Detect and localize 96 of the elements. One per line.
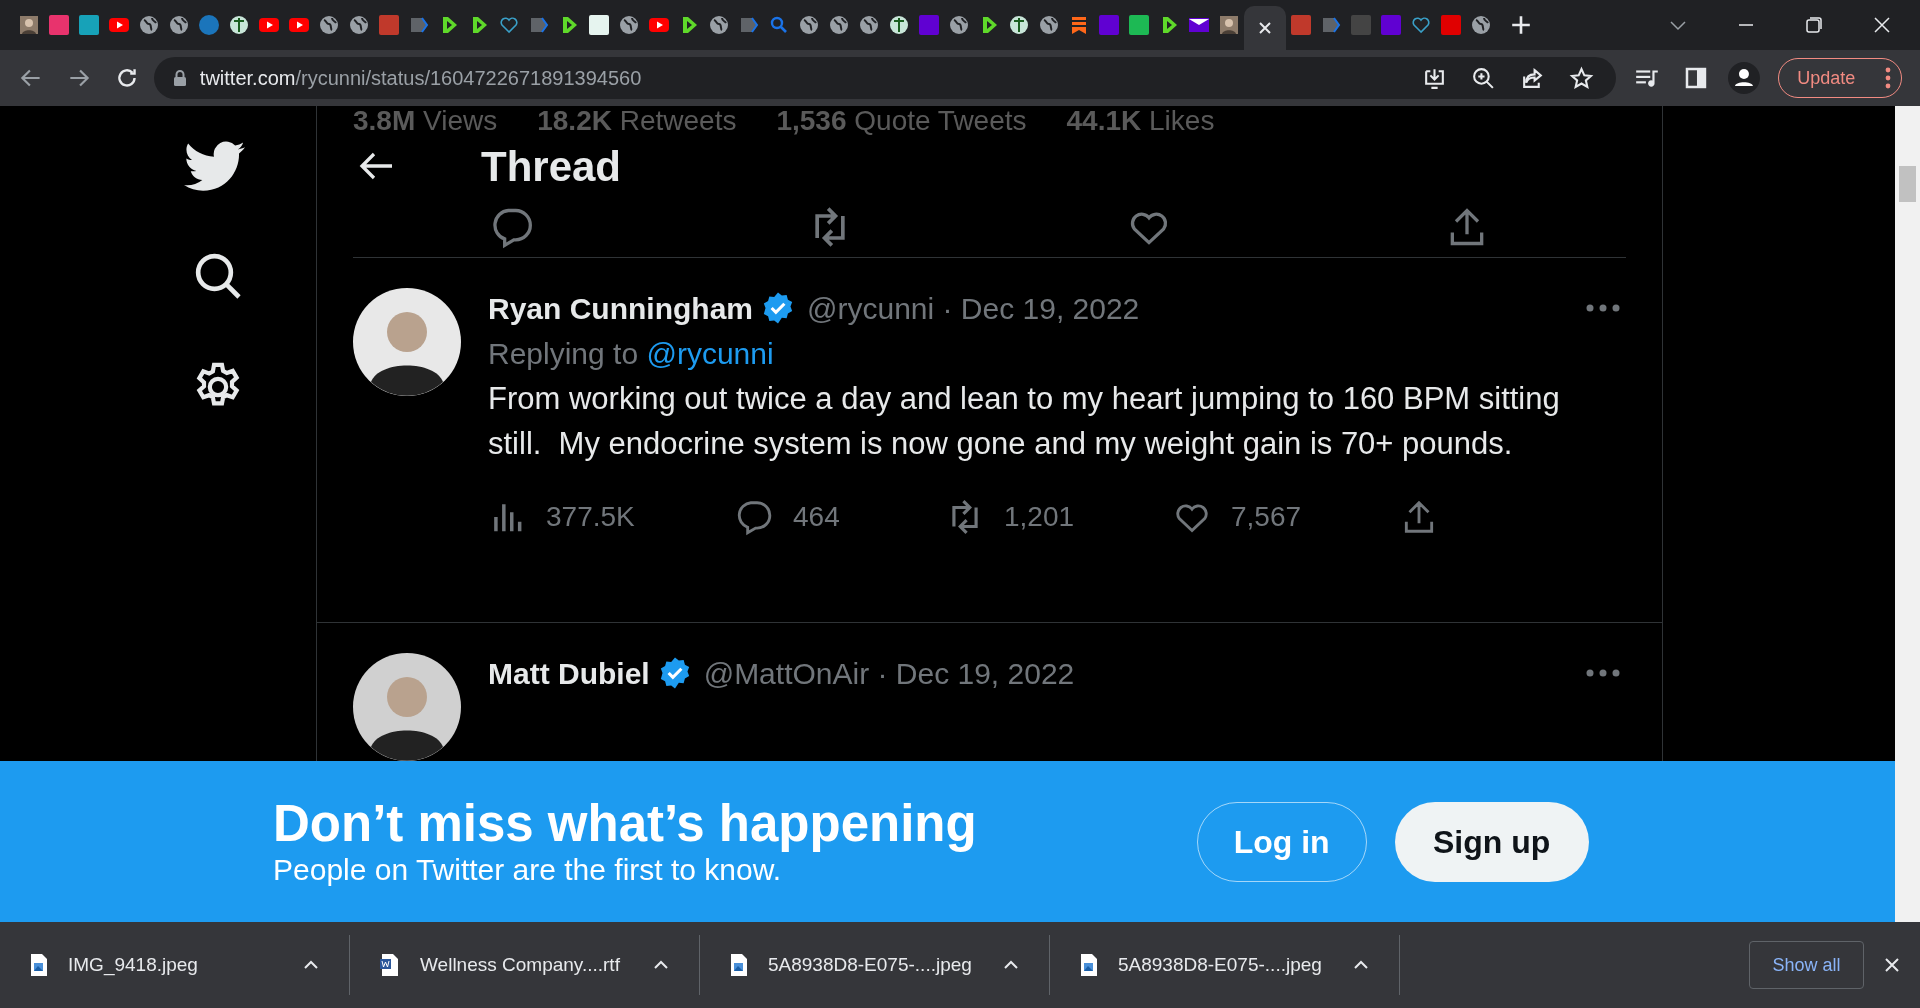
reply-count: 464	[793, 500, 840, 534]
globe-icon	[139, 15, 159, 35]
stat-text: 3.8M Views	[353, 106, 498, 136]
play-logo-icon	[109, 15, 129, 35]
arrow-tag-icon	[739, 15, 759, 35]
download-item[interactable]: 5A8938D8-E075-....jpeg	[700, 935, 1050, 995]
medical-logo-icon	[889, 15, 909, 35]
arrow-tag-icon	[529, 15, 549, 35]
logo-icon	[1351, 15, 1371, 35]
image-file-icon	[1080, 953, 1098, 977]
restore-icon[interactable]	[1804, 15, 1824, 35]
stat-text: 1,536 Quote Tweets	[776, 106, 1027, 136]
verified-badge-icon	[761, 291, 795, 325]
magnifier-icon	[769, 15, 789, 35]
page-title: Thread	[481, 141, 622, 192]
tweet-text: From working out twice a day and lean to my heart jumping to 160 BPM sitting still. My endocrine system is now gone and my weight gain is 70+ pounds.	[488, 380, 1561, 463]
logo-icon	[1129, 15, 1149, 35]
play-logo-icon	[289, 15, 309, 35]
file-name: IMG_9418.jpeg	[68, 952, 198, 978]
logo-icon	[49, 15, 69, 35]
stat-text: 18.2K Retweets	[537, 106, 737, 136]
view-count: 377.5K	[546, 500, 635, 534]
image-file-icon	[30, 953, 48, 977]
scrollbar-thumb[interactable]	[1899, 166, 1916, 202]
retweet-count: 1,201	[1004, 500, 1075, 534]
photo-placeholder	[1219, 15, 1239, 35]
globe-icon	[1471, 15, 1491, 35]
globe-icon	[1039, 15, 1059, 35]
show-all-button[interactable]: Show all	[1749, 941, 1864, 989]
logo-icon	[1441, 15, 1461, 35]
play-logo-icon	[649, 15, 669, 35]
replying-to-text: Replying to @rycunni	[488, 336, 775, 372]
bookmark-logo-icon	[1069, 15, 1089, 35]
heart-icon	[499, 15, 519, 35]
globe-icon	[859, 15, 879, 35]
avatar-silhouette[interactable]	[353, 653, 461, 761]
avatar-silhouette[interactable]	[353, 288, 461, 396]
word-file-icon	[380, 953, 400, 977]
author-name[interactable]: Matt Dubiel	[488, 650, 650, 696]
globe-icon	[829, 15, 849, 35]
file-name: 5A8938D8-E075-....jpeg	[768, 952, 972, 977]
address-bar[interactable]: twitter.com/rycunni/status/1604722671891394560	[153, 57, 1617, 99]
envelope-icon	[1189, 15, 1209, 35]
globe-icon	[709, 15, 729, 35]
download-item[interactable]: IMG_9418.jpeg	[0, 935, 350, 995]
file-name: 5A8938D8-E075-....jpeg	[1118, 952, 1322, 977]
logo-icon	[1099, 15, 1119, 35]
url-text: twitter.com/rycunni/status/1604722671891394560	[199, 66, 642, 91]
file-name: Wellness Company....rtf	[420, 952, 620, 977]
medical-logo-icon	[1009, 15, 1029, 35]
more-icon[interactable]	[1586, 669, 1620, 677]
logo-icon	[1291, 15, 1311, 35]
banner-subtitle: People on Twitter are the first to know.	[273, 852, 783, 888]
globe-icon	[169, 15, 189, 35]
mention-link[interactable]: @rycunni	[646, 337, 774, 370]
signup-button[interactable]: Sign up	[1394, 801, 1589, 882]
like-count: 7,567	[1231, 500, 1302, 534]
logo-icon	[1381, 15, 1401, 35]
side-panel-icon[interactable]	[1684, 66, 1709, 90]
author-name[interactable]: Ryan Cunningham	[488, 285, 753, 331]
photo-placeholder	[19, 15, 39, 35]
logo-icon	[919, 15, 939, 35]
profile-icon[interactable]	[1728, 62, 1761, 94]
comment-icon[interactable]	[735, 498, 773, 536]
logo-icon	[379, 15, 399, 35]
scrollbar[interactable]	[1895, 106, 1920, 922]
globe-icon	[799, 15, 819, 35]
arrow-tag-icon	[1321, 15, 1341, 35]
close-icon[interactable]	[1884, 957, 1900, 973]
lock-icon	[171, 69, 188, 87]
new-tab-icon[interactable]	[1510, 14, 1532, 36]
globe-icon	[619, 15, 639, 35]
stat-text: 44.1K Likes	[1066, 106, 1215, 136]
globe-icon	[949, 15, 969, 35]
bird-logo-icon[interactable]	[184, 141, 246, 193]
globe-icon	[349, 15, 369, 35]
medical-logo-icon	[229, 15, 249, 35]
star-icon[interactable]	[1569, 65, 1595, 91]
image-file-icon	[730, 953, 748, 977]
more-icon[interactable]	[1885, 67, 1891, 89]
back-arrow-icon[interactable]	[359, 151, 395, 181]
logo-icon	[199, 15, 219, 35]
download-item[interactable]: 5A8938D8-E075-....jpeg	[1050, 935, 1400, 995]
close-icon[interactable]	[1872, 15, 1892, 35]
logo-icon	[79, 15, 99, 35]
close-icon[interactable]	[1257, 20, 1273, 36]
globe-icon	[319, 15, 339, 35]
handle-and-date: @MattOnAir · Dec 19, 2022	[703, 655, 1075, 692]
more-icon[interactable]	[1586, 304, 1620, 312]
handle-and-date: @rycunni · Dec 19, 2022	[807, 290, 1140, 327]
arrow-tag-icon	[409, 15, 429, 35]
banner-title: Don’t miss what’s happening	[273, 795, 977, 852]
heart-icon	[1411, 15, 1431, 35]
play-logo-icon	[259, 15, 279, 35]
logo-icon	[589, 15, 609, 35]
download-item[interactable]: Wellness Company....rtf	[350, 935, 700, 995]
